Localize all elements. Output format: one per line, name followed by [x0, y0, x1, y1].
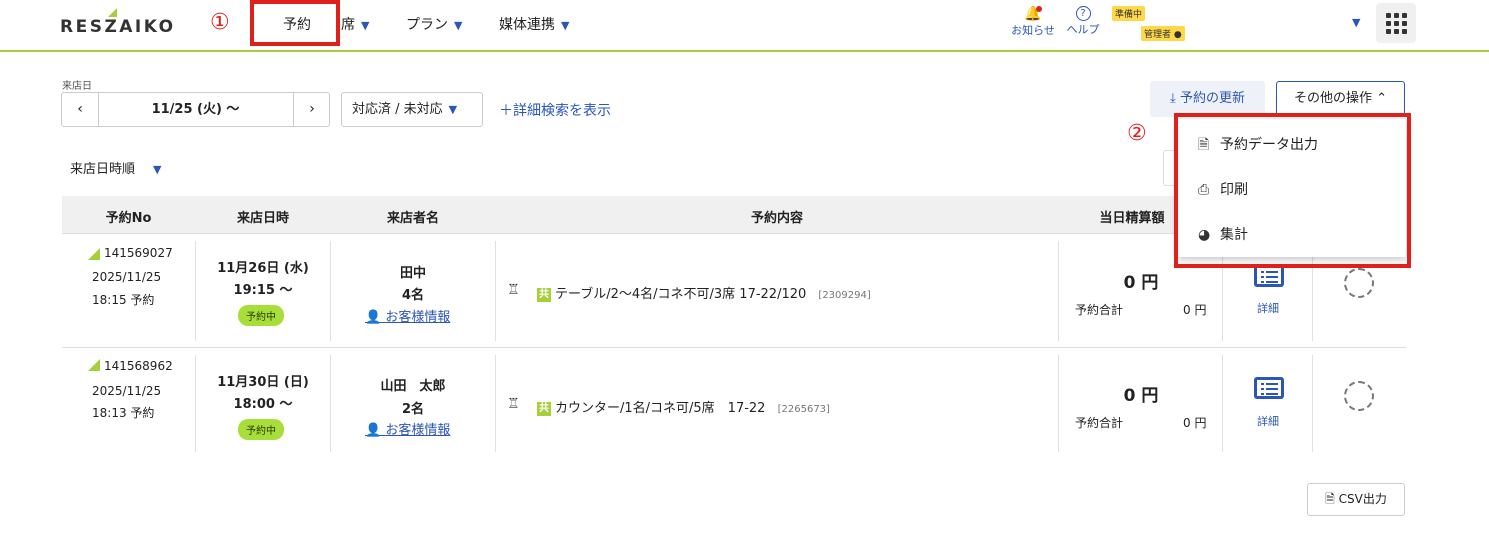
file-icon: 🗎	[1325, 492, 1335, 506]
visitor-name: 山田 太郎	[380, 379, 446, 394]
reservation-no: 141569027	[104, 246, 173, 260]
total-value: 0 円	[1183, 416, 1207, 430]
day-amount: 0 円	[1123, 386, 1159, 406]
csv-export-button[interactable]: 🗎 CSV出力	[1307, 483, 1405, 516]
advanced-search-link[interactable]: ＋詳細検索を表示	[499, 100, 611, 120]
reserved-date: 2025/11/25	[92, 270, 162, 284]
col-reservation-content: 予約内容	[750, 211, 803, 226]
reservation-no: 141568962	[104, 359, 173, 373]
bell-icon: 🔔	[1024, 6, 1042, 22]
chevron-down-icon: ▼	[448, 103, 458, 116]
chevron-down-icon: ▼	[454, 19, 463, 32]
nav-plans[interactable]: プラン ▼	[406, 14, 462, 34]
detail-link[interactable]: 詳細	[1257, 300, 1279, 316]
help-button[interactable]: ? ヘルプ	[1063, 6, 1103, 37]
visitor-name: 田中	[399, 266, 426, 281]
user-icon: ●	[1173, 30, 1182, 40]
next-date-button[interactable]: ›	[293, 93, 330, 126]
logo-text: RESZAIKO	[60, 17, 176, 37]
total-value: 0 円	[1183, 303, 1207, 317]
col-reservation-no: 予約No	[105, 211, 152, 226]
shared-badge: 共	[537, 401, 551, 416]
detail-list-icon[interactable]	[1254, 265, 1284, 287]
annotation-2: ②	[1127, 121, 1147, 146]
help-label: ヘルプ	[1066, 23, 1100, 36]
total-label: 予約合計	[1075, 416, 1124, 430]
logo-accent-icon	[108, 8, 117, 17]
customer-info-link[interactable]: 👤 お客様情報	[365, 306, 450, 325]
reservation-content: 共カウンター/1名/コネ可/5席 17-22 [2265673]	[537, 401, 830, 416]
visitor-count: 2名	[401, 402, 425, 417]
status-badge: 予約中	[238, 419, 284, 440]
status-select-value: 対応済 / 未対応	[352, 102, 443, 117]
chevron-down-icon: ▼	[153, 163, 162, 176]
annotation-1: ①	[210, 10, 230, 35]
prev-date-button[interactable]: ‹	[62, 93, 99, 126]
status-select[interactable]: 対応済 / 未対応 ▼	[341, 92, 483, 127]
user-icon: 👤	[365, 310, 382, 325]
app-grid-button[interactable]	[1376, 3, 1416, 43]
status-badge: 予約中	[238, 305, 284, 326]
seat-icon: ♖	[507, 282, 520, 298]
nav-reservation[interactable]: 予約	[283, 14, 311, 34]
user-role-label: 管理者	[1144, 30, 1172, 40]
loading-spinner-icon	[1344, 381, 1374, 411]
content-id: [2309294]	[818, 290, 871, 301]
visitor-count: 4名	[401, 288, 425, 303]
help-icon: ?	[1075, 6, 1091, 21]
update-reservations-button[interactable]: ⤓ 予約の更新	[1150, 81, 1265, 117]
reserved-date: 2025/11/25	[92, 384, 162, 398]
download-icon: ⤓	[1170, 91, 1176, 106]
visit-time: 18:00 〜	[233, 397, 293, 412]
chevron-down-icon: ▼	[561, 19, 570, 32]
shared-badge: 共	[537, 287, 551, 302]
visit-date: 11月26日 (水)	[217, 261, 309, 276]
top-header: RESZAIKO ① 予約 席 ▼ プラン ▼ 媒体連携 ▼ 🔔 お知らせ ? ヘルプ…	[0, 0, 1489, 52]
new-marker-icon	[88, 248, 100, 260]
visit-time: 19:15 〜	[233, 283, 293, 298]
other-operations-button[interactable]: その他の操作 ⌃	[1276, 81, 1405, 117]
content-id: [2265673]	[777, 404, 830, 415]
other-operations-label: その他の操作	[1293, 91, 1372, 106]
update-reservations-label: 予約の更新	[1179, 91, 1245, 106]
detail-list-icon[interactable]	[1254, 377, 1284, 399]
customer-info-link[interactable]: 👤 お客様情報	[365, 419, 450, 438]
sort-select[interactable]: 来店日時順 ▼	[70, 158, 161, 177]
user-badge[interactable]: 管理者 ●	[1141, 26, 1185, 41]
user-icon: 👤	[365, 423, 382, 438]
account-chevron-down-icon[interactable]: ▼	[1352, 16, 1360, 29]
date-label: 来店日	[62, 81, 92, 92]
chevron-up-icon: ⌃	[1376, 91, 1388, 106]
advanced-search-label: 詳細検索を表示	[513, 103, 611, 119]
reserved-time: 18:13 予約	[92, 406, 155, 420]
csv-export-label: CSV出力	[1338, 492, 1387, 506]
detail-link[interactable]: 詳細	[1257, 413, 1279, 429]
visit-date: 11月30日 (日)	[217, 375, 309, 390]
loading-spinner-icon	[1344, 268, 1374, 298]
date-value[interactable]: 11/25 (火) 〜	[98, 93, 293, 126]
logo[interactable]: RESZAIKO	[60, 8, 176, 37]
notifications-label: お知らせ	[1011, 24, 1055, 37]
col-day-amount: 当日精算額	[1099, 211, 1165, 226]
nav-media[interactable]: 媒体連携 ▼	[499, 14, 569, 34]
seat-icon: ♖	[507, 396, 520, 412]
new-marker-icon	[88, 359, 100, 371]
date-picker: ‹ 11/25 (火) 〜 ›	[61, 92, 330, 127]
highlight-box-2	[1174, 113, 1411, 268]
chevron-down-icon: ▼	[361, 19, 370, 32]
notifications-button[interactable]: 🔔 お知らせ	[1008, 6, 1058, 38]
day-amount: 0 円	[1123, 273, 1159, 293]
sort-value: 来店日時順	[70, 162, 136, 177]
status-badge: 準備中	[1112, 6, 1146, 21]
reservation-content: 共テーブル/2〜4名/コネ不可/3席 17-22/120 [2309294]	[537, 287, 871, 302]
col-visitor-name: 来店者名	[386, 211, 439, 226]
plus-icon: ＋	[499, 103, 513, 119]
nav-seats[interactable]: 席 ▼	[341, 14, 369, 34]
total-label: 予約合計	[1075, 303, 1124, 317]
reserved-time: 18:15 予約	[92, 293, 155, 307]
col-visit-datetime: 来店日時	[236, 211, 289, 226]
